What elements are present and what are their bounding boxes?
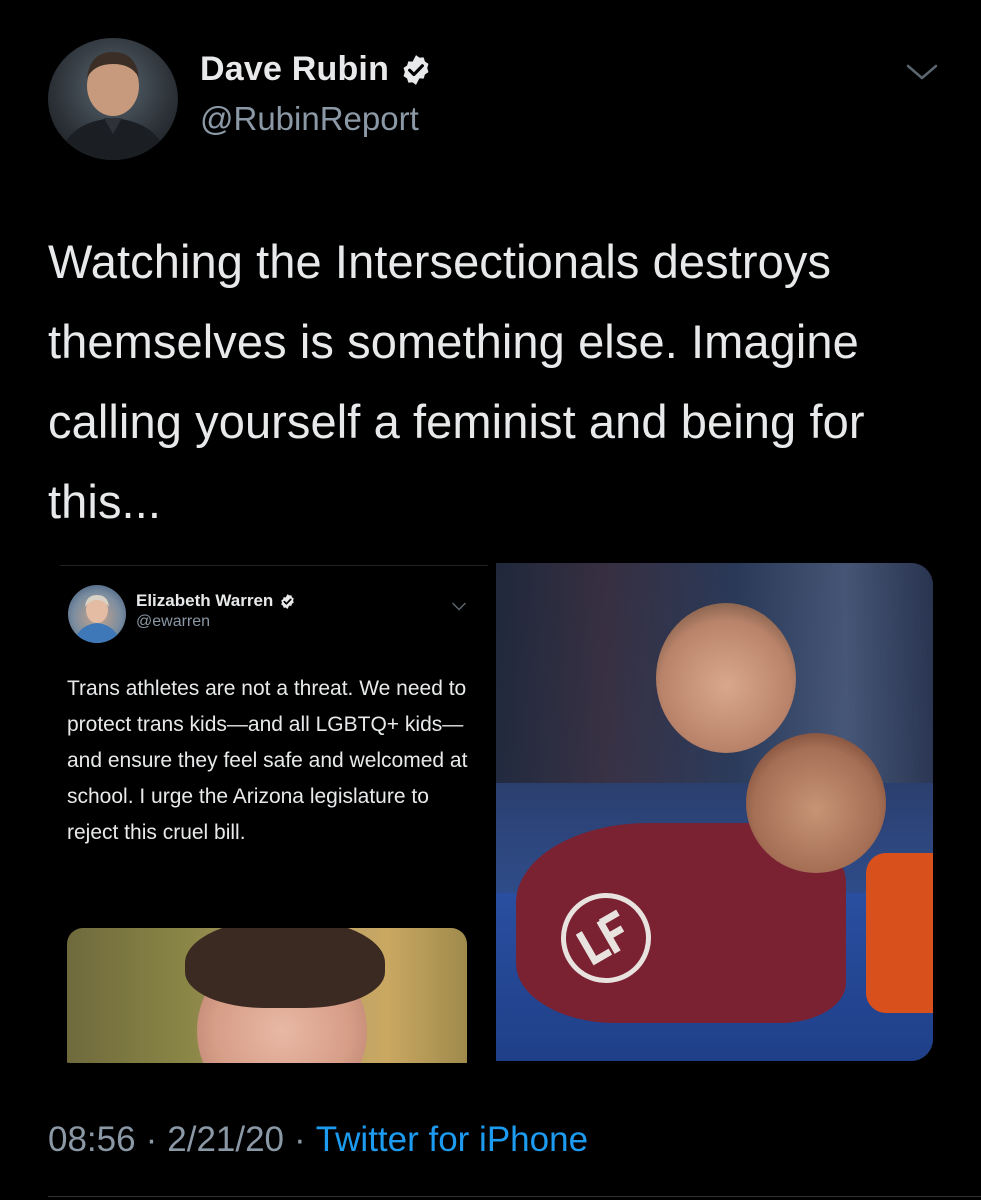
quoted-author-handle: @ewarren <box>136 613 211 630</box>
tweet-card: Dave Rubin @RubinReport Watching the Int… <box>0 0 981 1200</box>
author-avatar[interactable] <box>48 38 178 160</box>
author-handle[interactable]: @RubinReport <box>200 100 419 138</box>
quoted-author-avatar <box>68 585 126 643</box>
quoted-author-name-row: Elizabeth Warren <box>136 591 296 611</box>
photo-wrestler-head <box>656 603 796 753</box>
quoted-tweet-text: Trans athletes are not a threat. We need… <box>67 677 468 844</box>
tweet-text: Watching the Intersectionals destroys th… <box>48 235 865 528</box>
photo-wrestler-head <box>746 733 886 873</box>
verified-badge-icon <box>279 593 296 610</box>
chevron-down-icon <box>452 598 466 611</box>
tweet-time: 08:56 <box>48 1120 136 1159</box>
meta-separator: · <box>294 1120 306 1159</box>
meta-separator: · <box>145 1120 158 1159</box>
author-display-name[interactable]: Dave Rubin <box>200 50 389 89</box>
photo-orange-singlet <box>866 853 933 1013</box>
tweet-date: 2/21/20 <box>167 1120 285 1159</box>
quoted-author-display-name: Elizabeth Warren <box>136 591 274 610</box>
media-image-wrestling-photo[interactable] <box>496 563 933 1061</box>
author-name-row: Dave Rubin <box>200 50 433 89</box>
tweet-source-link[interactable]: Twitter for iPhone <box>316 1120 588 1160</box>
quoted-tweet-photo <box>67 928 467 1063</box>
divider <box>48 1196 981 1197</box>
chevron-down-icon[interactable] <box>905 62 939 82</box>
verified-badge-icon <box>399 53 433 87</box>
media-image-screenshot[interactable]: Elizabeth Warren @ewarren Trans athletes… <box>48 563 488 1063</box>
tweet-meta: 08:56 · 2/21/20 · Twitter for iPhone <box>48 1120 588 1160</box>
photo-hair <box>185 928 385 1008</box>
divider <box>48 565 488 566</box>
